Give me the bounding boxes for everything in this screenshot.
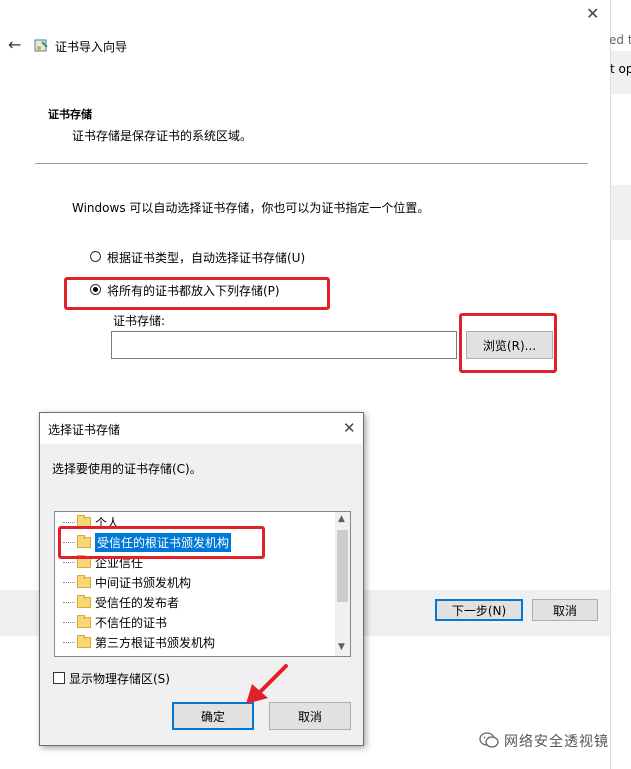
back-arrow-icon[interactable]: ← [8,35,21,54]
wizard-title: 证书导入向导 [55,40,128,54]
certificate-icon [34,39,48,52]
tree-item-intermediate-ca[interactable]: 中间证书颁发机构 [55,572,333,592]
highlight-browse-button [459,313,557,373]
divider [35,163,588,164]
folder-icon [77,614,91,628]
intro-text: Windows 可以自动选择证书存储，你也可以为证书指定一个位置。 [72,201,430,215]
scrollbar-thumb[interactable] [337,530,348,602]
background-window-band-2 [611,185,631,240]
tree-item-third-party-root[interactable]: 第三方根证书颁发机构 [55,632,333,652]
scroll-up-icon[interactable]: ▲ [338,514,345,524]
highlight-trusted-root [58,526,265,559]
background-window-text-1: ed to [609,33,631,47]
next-button[interactable]: 下一步(N) [435,599,523,621]
folder-icon [77,634,91,648]
dialog-close-icon[interactable]: ✕ [343,420,356,436]
annotation-arrow-icon [246,664,288,704]
radio-auto-label[interactable]: 根据证书类型，自动选择证书存储(U) [107,249,305,266]
folder-icon [77,574,91,588]
folder-icon [77,594,91,608]
background-window-text-2: t op [610,62,631,76]
dialog-prompt: 选择要使用的证书存储(C)。 [52,462,202,476]
tree-item-untrusted[interactable]: 不信任的证书 [55,612,333,632]
wizard-cancel-button[interactable]: 取消 [532,599,598,621]
highlight-radio-manual [64,277,330,310]
section-title: 证书存储 [48,108,92,121]
show-physical-checkbox[interactable] [53,672,65,684]
store-label: 证书存储: [113,314,166,328]
close-icon[interactable]: ✕ [586,6,599,22]
tree-scrollbar[interactable]: ▲ ▼ [335,512,350,656]
radio-auto-select[interactable] [90,251,101,262]
dialog-title: 选择证书存储 [48,423,121,437]
wechat-icon [479,732,499,748]
select-certificate-store-dialog: 选择证书存储 ✕ 选择要使用的证书存储(C)。 个人 受信任的根证书颁发机构 企… [39,412,364,746]
show-physical-label[interactable]: 显示物理存储区(S) [69,670,170,687]
section-description: 证书存储是保存证书的系统区域。 [72,129,253,143]
background-window [610,0,631,769]
watermark-text: 网络安全透视镜 [504,734,609,750]
scroll-down-icon[interactable]: ▼ [338,642,345,652]
tree-item-trusted-publishers[interactable]: 受信任的发布者 [55,592,333,612]
certificate-store-field[interactable] [111,331,457,359]
